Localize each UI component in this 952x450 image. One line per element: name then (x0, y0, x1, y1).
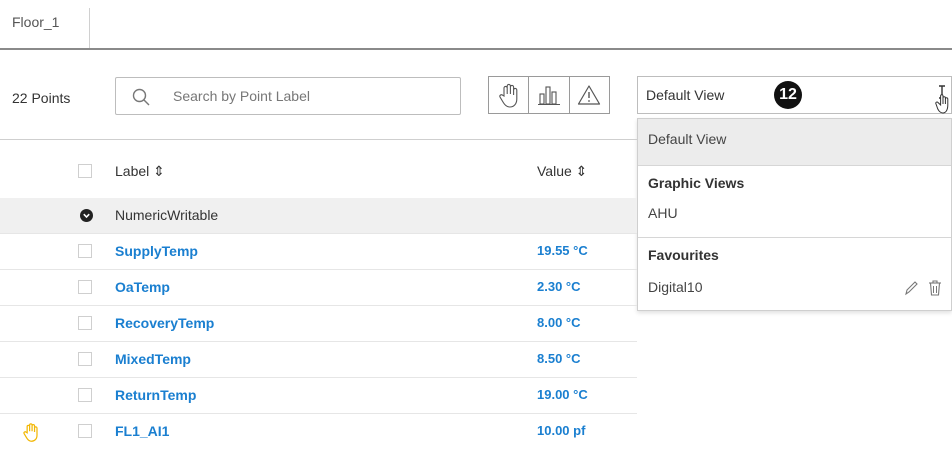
row-checkbox[interactable] (78, 280, 92, 294)
row-checkbox[interactable] (78, 388, 92, 402)
point-value: 8.50 °C (537, 351, 581, 366)
history-filter-button[interactable] (529, 77, 570, 113)
menu-item-digital10[interactable]: Digital10 (648, 279, 702, 295)
row-checkbox[interactable] (78, 244, 92, 258)
tab-floor-1[interactable]: Floor_1 (0, 8, 90, 50)
chart-icon (537, 86, 560, 106)
table-top-divider (0, 139, 637, 140)
tab-divider (0, 48, 952, 50)
point-label-link[interactable]: ReturnTemp (115, 387, 196, 403)
column-header-label[interactable]: Label ⇕ (115, 163, 165, 180)
favourites-heading: Favourites (648, 247, 719, 263)
points-count: 22 Points (12, 90, 71, 106)
point-label-link[interactable]: SupplyTemp (115, 243, 198, 259)
search-input[interactable]: Search by Point Label (115, 77, 461, 115)
view-select-value: Default View (646, 87, 725, 103)
group-row[interactable]: NumericWritable (0, 198, 637, 234)
view-dropdown-menu: Default View Graphic Views AHU Favourite… (637, 118, 952, 311)
menu-item-default-view[interactable]: Default View (638, 119, 951, 165)
table-row[interactable]: MixedTemp 8.50 °C (0, 342, 637, 378)
row-checkbox[interactable] (78, 316, 92, 330)
point-label-link[interactable]: OaTemp (115, 279, 170, 295)
point-label-link[interactable]: MixedTemp (115, 351, 191, 367)
table-row[interactable]: FL1_AI1 10.00 pf (0, 414, 637, 450)
point-value: 10.00 pf (537, 423, 586, 438)
alarm-filter-button[interactable] (570, 77, 609, 113)
menu-divider (638, 165, 951, 166)
point-label-link[interactable]: FL1_AI1 (115, 423, 169, 439)
point-value: 2.30 °C (537, 279, 581, 294)
row-checkbox[interactable] (78, 424, 92, 438)
edit-icon[interactable] (903, 279, 919, 297)
table-row[interactable]: OaTemp 2.30 °C (0, 270, 637, 306)
menu-divider (638, 237, 951, 238)
override-filter-button[interactable] (489, 77, 530, 113)
favourite-actions (903, 279, 943, 297)
tab-bar: Floor_1 (0, 0, 952, 52)
table-header: Label ⇕ Value ⇕ (0, 154, 637, 190)
graphic-views-heading: Graphic Views (648, 175, 745, 191)
search-icon (132, 88, 150, 106)
point-value: 19.55 °C (537, 243, 588, 258)
select-all-checkbox[interactable] (78, 164, 92, 178)
table-row[interactable]: ReturnTemp 19.00 °C (0, 378, 637, 414)
trash-icon[interactable] (927, 279, 943, 297)
hand-icon (23, 423, 38, 442)
alarm-icon (578, 85, 601, 105)
search-placeholder: Search by Point Label (173, 88, 310, 104)
group-name: NumericWritable (115, 207, 219, 223)
table-row[interactable]: SupplyTemp 19.55 °C (0, 234, 637, 270)
point-value: 19.00 °C (537, 387, 588, 402)
menu-item-default-view-label: Default View (648, 131, 727, 147)
hand-icon (498, 83, 518, 108)
filter-button-group (488, 76, 610, 114)
chevron-down-icon[interactable] (80, 209, 93, 222)
cursor-icon (935, 85, 949, 114)
point-label-link[interactable]: RecoveryTemp (115, 315, 214, 331)
column-header-value[interactable]: Value ⇕ (537, 163, 587, 180)
point-value: 8.00 °C (537, 315, 581, 330)
step-badge: 12 (774, 81, 802, 109)
menu-item-ahu[interactable]: AHU (648, 205, 678, 221)
table-row[interactable]: RecoveryTemp 8.00 °C (0, 306, 637, 342)
row-checkbox[interactable] (78, 352, 92, 366)
